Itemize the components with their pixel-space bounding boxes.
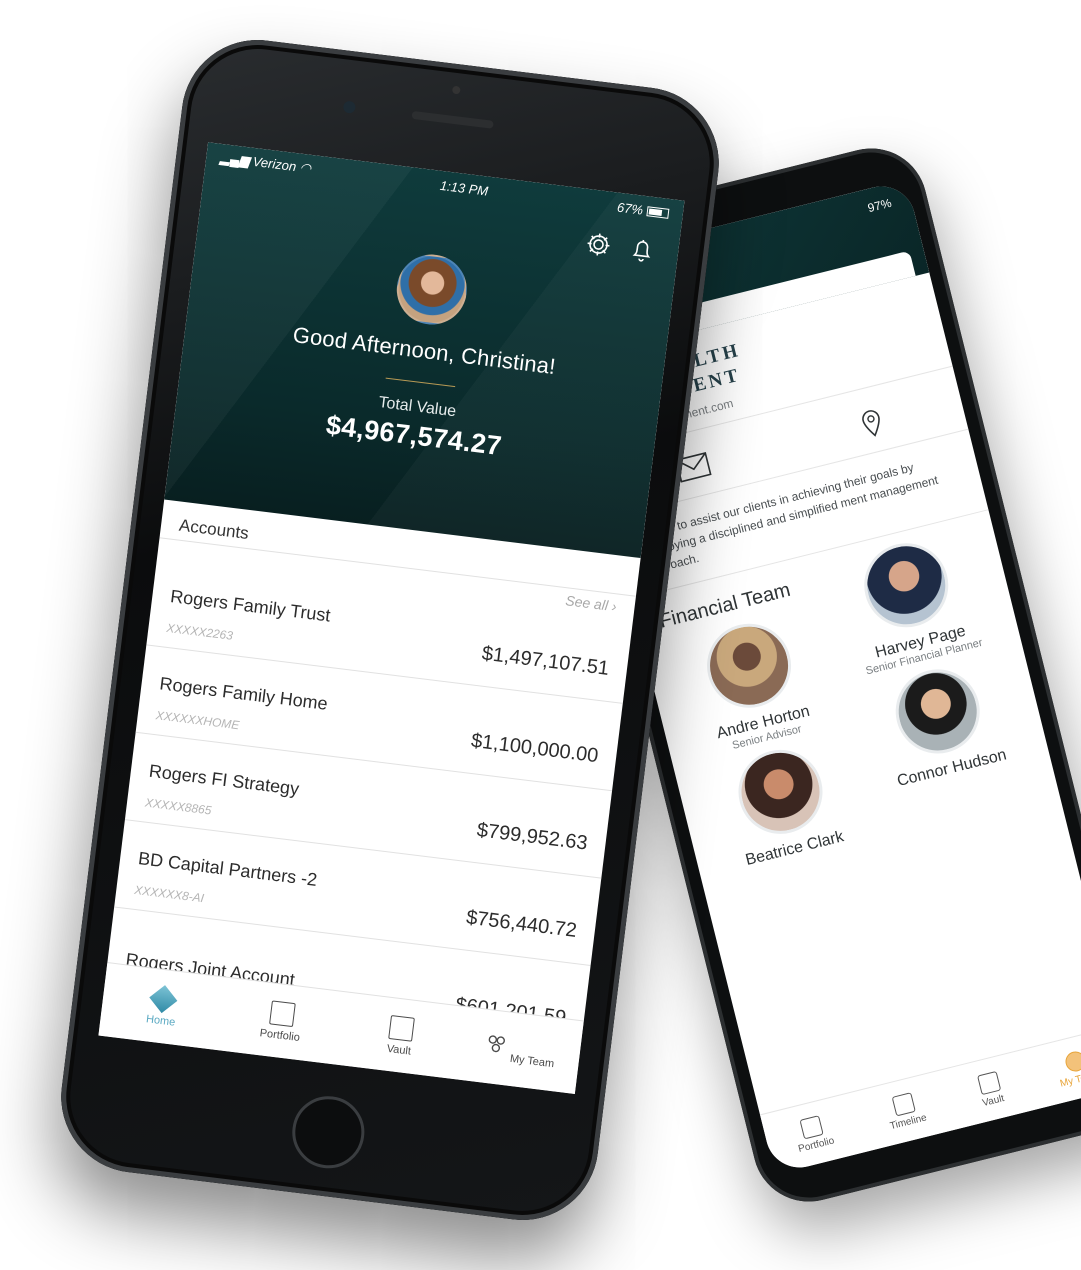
- earpiece-speaker: [411, 110, 494, 129]
- avatar[interactable]: [392, 250, 471, 329]
- nav-label: Portfolio: [797, 1134, 836, 1155]
- account-value: $756,440.72: [464, 906, 579, 942]
- nav-label: Vault: [981, 1092, 1006, 1109]
- timeline-icon: [891, 1091, 916, 1116]
- nav-timeline[interactable]: Timeline: [883, 1090, 928, 1132]
- portfolio-icon: [269, 999, 296, 1027]
- battery-icon: [646, 206, 670, 219]
- divider: [385, 377, 456, 388]
- battery-indicator: 97%: [866, 195, 893, 216]
- status-time: 1:13 PM: [439, 177, 490, 199]
- account-name: Rogers Family Trust: [169, 586, 332, 626]
- account-value: $1,497,107.51: [480, 642, 611, 680]
- home-button[interactable]: [288, 1092, 369, 1173]
- vault-icon: [388, 1014, 415, 1042]
- avatar: [886, 660, 989, 763]
- nav-label: Vault: [386, 1042, 412, 1058]
- portfolio-icon: [799, 1114, 824, 1139]
- nav-vault[interactable]: Vault: [976, 1070, 1006, 1109]
- wifi-icon: ◠: [298, 159, 312, 176]
- account-value: $1,100,000.00: [469, 729, 600, 768]
- account-number: XXXXX8865: [144, 795, 213, 818]
- carrier: ▂▄▆ Verizon ◠: [219, 149, 312, 176]
- header-actions: [583, 229, 658, 266]
- my-team-icon: [1063, 1048, 1081, 1074]
- bell-icon[interactable]: [627, 234, 658, 265]
- dashboard-header: ▂▄▆ Verizon ◠ 1:13 PM 67% Good Afternoon…: [164, 142, 685, 559]
- gear-icon[interactable]: [583, 229, 614, 260]
- sensor-dot: [451, 85, 461, 95]
- chevron-right-icon: ›: [610, 597, 618, 615]
- nav-label: My Team: [1058, 1068, 1081, 1090]
- nav-my-team[interactable]: My Team: [1053, 1046, 1081, 1089]
- nav-portfolio[interactable]: Portfolio: [239, 996, 323, 1045]
- nav-my-team[interactable]: My Team: [478, 1030, 561, 1071]
- nav-home[interactable]: Home: [120, 982, 204, 1031]
- account-name: BD Capital Partners -2: [137, 848, 319, 890]
- account-name: Rogers FI Strategy: [147, 760, 301, 800]
- nav-vault[interactable]: Vault: [358, 1011, 442, 1060]
- nav-portfolio[interactable]: Portfolio: [791, 1113, 836, 1155]
- account-name: Rogers Family Home: [158, 673, 329, 714]
- my-team-icon: [488, 1035, 506, 1053]
- front-camera: [342, 100, 357, 114]
- nav-label: Home: [145, 1012, 176, 1029]
- nav-label: Timeline: [888, 1111, 928, 1132]
- avatar: [855, 534, 958, 637]
- nav-label: Portfolio: [259, 1026, 301, 1044]
- account-number: XXXXX2263: [165, 620, 234, 643]
- nav-label: My Team: [509, 1052, 555, 1071]
- avatar: [729, 740, 832, 843]
- front-phone-screen: ▂▄▆ Verizon ◠ 1:13 PM 67% Good Afternoon…: [98, 142, 685, 1094]
- account-value: $799,952.63: [475, 819, 589, 855]
- vault-icon: [976, 1070, 1001, 1095]
- battery-indicator: 67%: [616, 199, 670, 220]
- location-pin-icon[interactable]: [852, 404, 892, 441]
- status-bar: ▂▄▆ Verizon ◠ 1:13 PM 67%: [205, 142, 685, 228]
- front-phone: ▂▄▆ Verizon ◠ 1:13 PM 67% Good Afternoon…: [52, 31, 728, 1229]
- home-diamond-icon: [149, 984, 178, 1013]
- back-bottom-nav: Portfolio Timeline Vault My Team: [759, 1025, 1081, 1175]
